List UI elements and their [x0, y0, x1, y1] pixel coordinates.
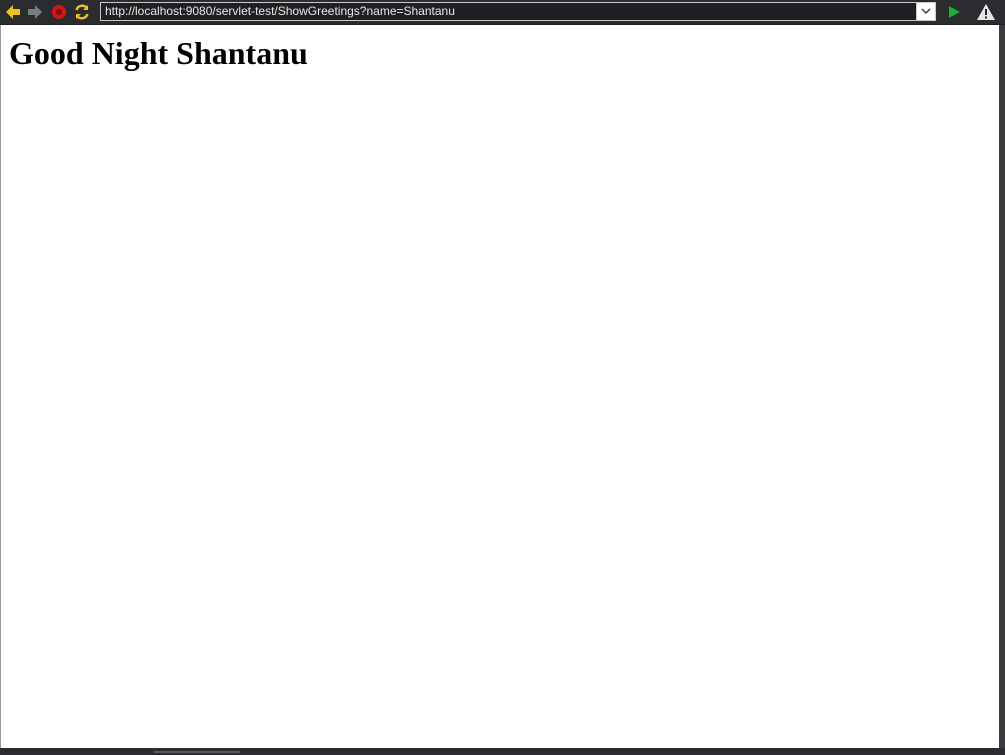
page-content: Good Night Shantanu [0, 25, 999, 748]
url-input[interactable]: http://localhost:9080/servlet-test/ShowG… [101, 3, 916, 20]
back-arrow-icon [6, 5, 20, 19]
browser-window: http://localhost:9080/servlet-test/ShowG… [0, 0, 1005, 755]
chevron-down-icon [921, 8, 931, 14]
go-button[interactable] [944, 2, 964, 22]
warning-button[interactable] [975, 2, 997, 22]
go-play-icon [949, 6, 960, 18]
status-tab-indicator [154, 751, 240, 753]
stop-icon [52, 5, 66, 19]
refresh-icon [75, 4, 89, 20]
forward-button[interactable] [25, 2, 45, 22]
forward-arrow-icon [28, 5, 42, 19]
stop-button[interactable] [49, 2, 69, 22]
address-bar[interactable]: http://localhost:9080/servlet-test/ShowG… [100, 2, 936, 21]
status-bar [0, 748, 1005, 755]
warning-icon [977, 4, 995, 20]
back-button[interactable] [3, 2, 23, 22]
refresh-button[interactable] [72, 2, 92, 22]
browser-toolbar: http://localhost:9080/servlet-test/ShowG… [0, 0, 1005, 24]
window-right-edge [999, 25, 1005, 748]
page-heading: Good Night Shantanu [9, 35, 308, 71]
url-dropdown-button[interactable] [916, 3, 935, 20]
